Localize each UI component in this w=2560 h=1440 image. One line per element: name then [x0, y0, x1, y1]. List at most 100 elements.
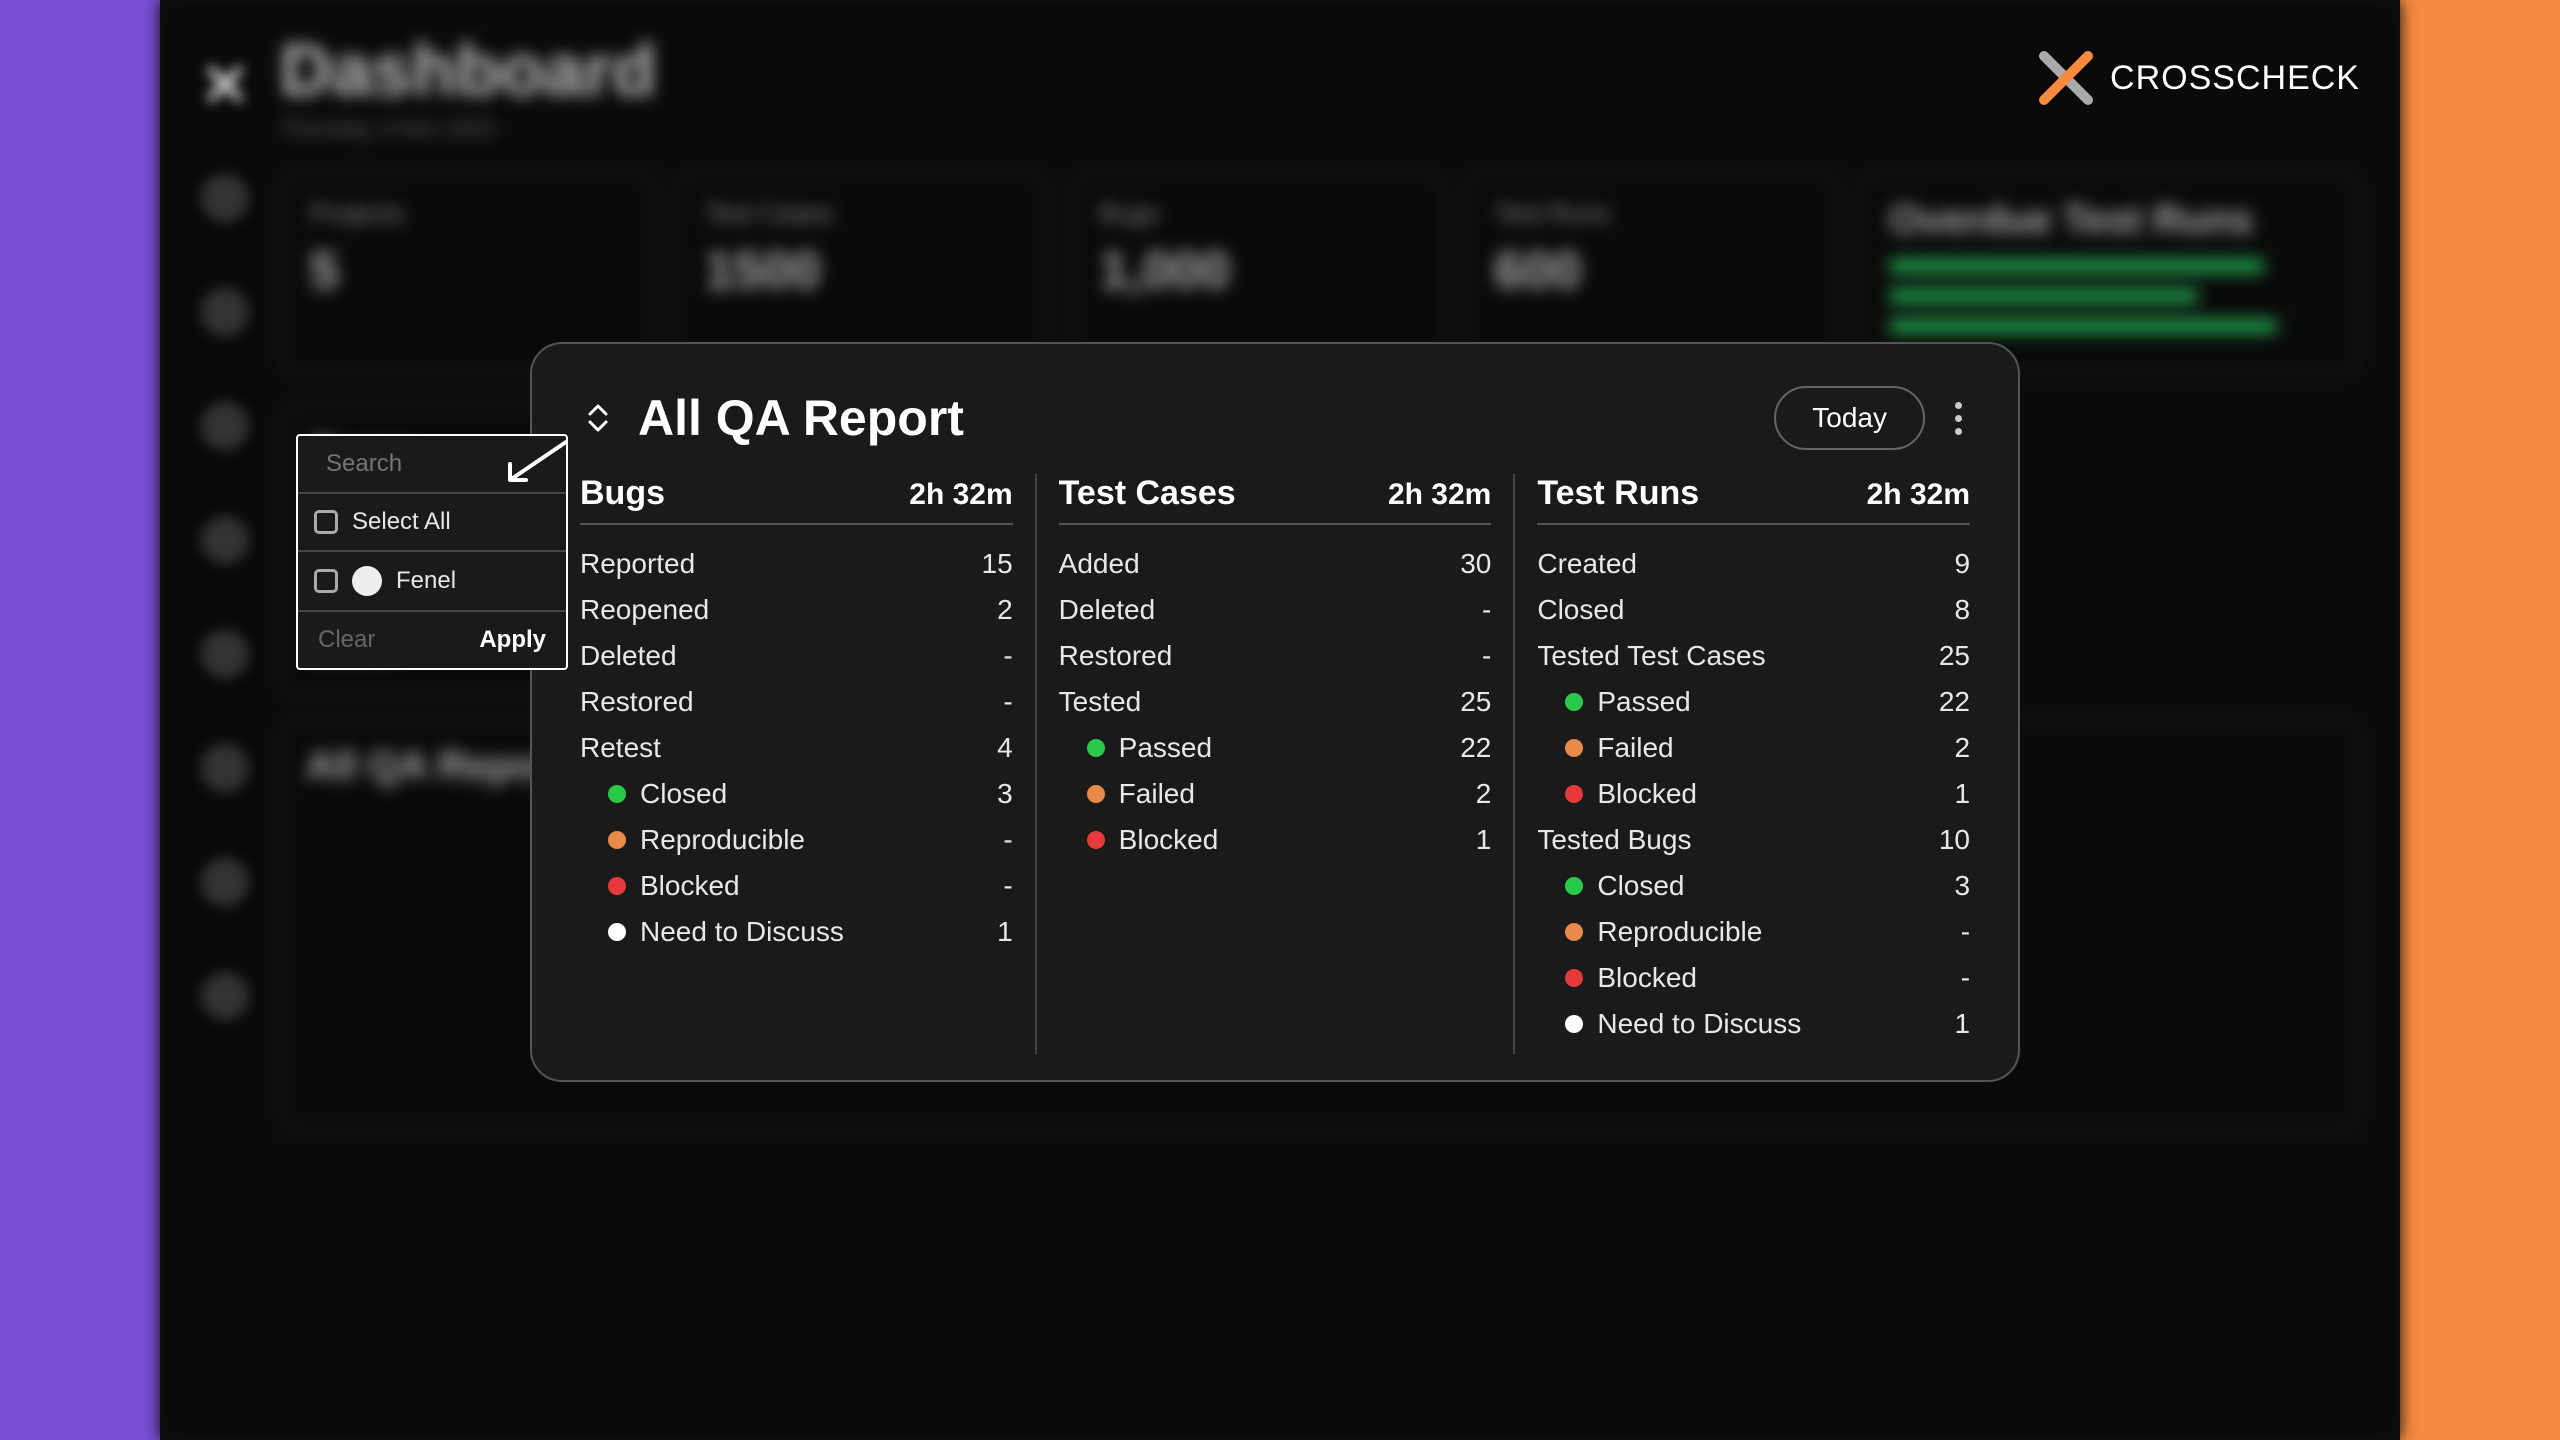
metric-row: Retest4	[580, 725, 1013, 771]
report-column: Test Cases2h 32mAdded30Deleted-Restored-…	[1037, 474, 1516, 1054]
metric-label: Need to Discuss	[1597, 1008, 1801, 1040]
metric-label: Blocked	[1119, 824, 1219, 856]
metric-row: Passed 22	[1059, 725, 1492, 771]
metric-label: Failed	[1597, 732, 1673, 764]
report-column: Test Runs2h 32mCreated9Closed8Tested Tes…	[1515, 474, 1970, 1054]
metric-label: Blocked	[1597, 778, 1697, 810]
crosscheck-x-icon	[2036, 48, 2096, 108]
metric-label: Deleted	[1059, 594, 1156, 626]
select-all-row[interactable]: Select All	[298, 494, 566, 552]
left-accent-bar	[0, 0, 160, 1440]
select-all-label: Select All	[352, 508, 451, 536]
column-title: Test Cases	[1059, 474, 1236, 513]
metric-value: 1	[997, 916, 1013, 948]
metric-value: 1	[1476, 824, 1492, 856]
metric-label: Reopened	[580, 594, 709, 626]
metric-label: Reproducible	[640, 824, 805, 856]
metric-row: Failed2	[1537, 725, 1970, 771]
metric-label: Need to Discuss	[640, 916, 844, 948]
user-name: Fenel	[396, 567, 456, 595]
status-dot-icon	[1565, 969, 1583, 987]
column-time: 2h 32m	[909, 478, 1012, 512]
modal-title: All QA Report	[638, 389, 964, 447]
column-time: 2h 32m	[1388, 478, 1491, 512]
metric-row: Blocked 1	[1537, 771, 1970, 817]
today-button[interactable]: Today	[1774, 386, 1925, 450]
brand-logo: CROSSCHECK	[2036, 48, 2360, 108]
avatar	[352, 566, 382, 596]
more-menu-icon[interactable]	[1947, 394, 1970, 443]
metric-row: Closed3	[580, 771, 1013, 817]
metric-label: Reported	[580, 548, 695, 580]
column-title: Test Runs	[1537, 474, 1699, 513]
app-logo-icon[interactable]	[201, 60, 249, 108]
status-dot-icon	[1565, 739, 1583, 757]
metric-value: -	[1003, 824, 1012, 856]
metric-label: Deleted	[580, 640, 677, 672]
metric-value: 30	[1460, 548, 1491, 580]
metric-row: Blocked-	[1537, 955, 1970, 1001]
metric-row: Tested Bugs 10	[1537, 817, 1970, 863]
metric-row: Reopened 2	[580, 587, 1013, 633]
metric-row: Added 30	[1059, 541, 1492, 587]
metric-row: Reported 15	[580, 541, 1013, 587]
metric-value: 22	[1460, 732, 1491, 764]
metric-value: -	[1003, 686, 1012, 718]
metric-row: Tested25	[1059, 679, 1492, 725]
apply-button[interactable]: Apply	[479, 626, 546, 654]
user-checkbox[interactable]	[314, 569, 338, 593]
metric-value: 1	[1954, 778, 1970, 810]
metric-value: 2	[1476, 778, 1492, 810]
metric-row: Need to Discuss 1	[1537, 1001, 1970, 1047]
house-icon[interactable]	[201, 402, 249, 450]
status-dot-icon	[608, 785, 626, 803]
metric-value: 9	[1954, 548, 1970, 580]
clear-button[interactable]: Clear	[318, 626, 375, 654]
sort-icon[interactable]	[580, 400, 616, 436]
metric-row: Closed8	[1537, 587, 1970, 633]
search-nav-icon[interactable]	[201, 858, 249, 906]
status-dot-icon	[608, 831, 626, 849]
metric-row: Restored-	[1059, 633, 1492, 679]
status-dot-icon	[1565, 923, 1583, 941]
metric-value: 15	[982, 548, 1013, 580]
metric-value: 10	[1939, 824, 1970, 856]
metric-row: Passed22	[1537, 679, 1970, 725]
metric-value: 2	[997, 594, 1013, 626]
metric-row: Deleted-	[580, 633, 1013, 679]
select-all-checkbox[interactable]	[314, 510, 338, 534]
metric-row: Tested Test Cases25	[1537, 633, 1970, 679]
status-dot-icon	[608, 877, 626, 895]
metric-value: 1	[1954, 1008, 1970, 1040]
metric-label: Tested Bugs	[1537, 824, 1691, 856]
metric-value: 8	[1954, 594, 1970, 626]
edit-icon[interactable]	[201, 516, 249, 564]
metric-value: 3	[997, 778, 1013, 810]
metric-label: Reproducible	[1597, 916, 1762, 948]
metric-label: Restored	[580, 686, 694, 718]
user-filter-row[interactable]: Fenel	[298, 552, 566, 612]
metric-row: Reproducible -	[580, 817, 1013, 863]
metric-label: Blocked	[640, 870, 740, 902]
search-input[interactable]	[326, 450, 636, 478]
metric-label: Added	[1059, 548, 1140, 580]
metric-row: Restored -	[580, 679, 1013, 725]
clock-icon[interactable]	[201, 630, 249, 678]
metric-value: -	[1961, 916, 1970, 948]
status-dot-icon	[1565, 1015, 1583, 1033]
target-icon[interactable]	[201, 174, 249, 222]
metric-row: Need to Discuss 1	[580, 909, 1013, 955]
metric-label: Tested Test Cases	[1537, 640, 1765, 672]
status-dot-icon	[1087, 739, 1105, 757]
grid-icon[interactable]	[201, 972, 249, 1020]
metric-label: Created	[1537, 548, 1637, 580]
metric-row: Reproducible -	[1537, 909, 1970, 955]
status-dot-icon	[1087, 785, 1105, 803]
metric-value: 3	[1954, 870, 1970, 902]
metric-row: Blocked-	[580, 863, 1013, 909]
circle-icon[interactable]	[201, 744, 249, 792]
home-icon[interactable]	[201, 288, 249, 336]
metric-label: Closed	[1597, 870, 1684, 902]
metric-label: Passed	[1119, 732, 1212, 764]
status-dot-icon	[1565, 785, 1583, 803]
